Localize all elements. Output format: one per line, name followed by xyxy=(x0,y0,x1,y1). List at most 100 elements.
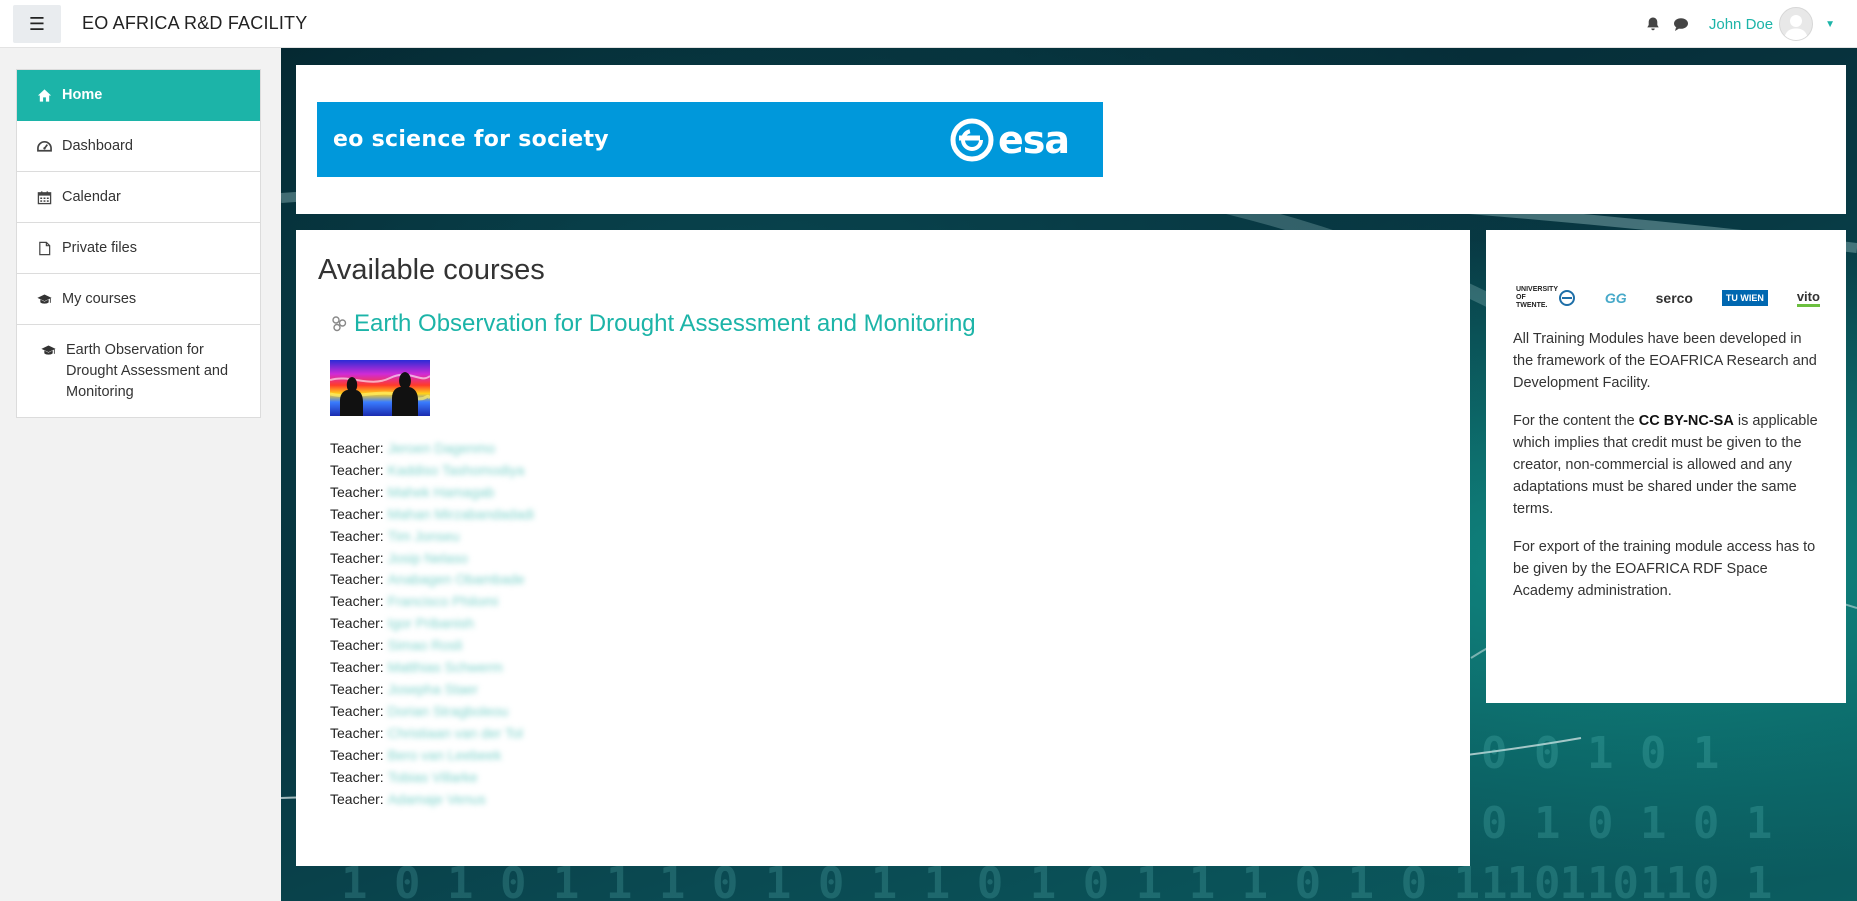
info-text: All Training Modules have been developed… xyxy=(1513,328,1825,618)
teacher-name-link[interactable]: Mahek Hamagab xyxy=(388,482,495,504)
esa-banner[interactable]: eo science for society esa xyxy=(317,102,1103,177)
teacher-row: Teacher: Igor Pribanish xyxy=(330,613,534,635)
teacher-label: Teacher: xyxy=(330,659,384,676)
teacher-row: Teacher: Anabagen Obambade xyxy=(330,569,534,591)
course-category-icon xyxy=(332,316,347,332)
teacher-name-link[interactable]: Josip Nelaso xyxy=(388,548,468,570)
teacher-name-link[interactable]: Christiaan van der Tol xyxy=(388,723,523,745)
teacher-name-link[interactable]: Jeroen Dagenmo xyxy=(388,438,495,460)
sidebar: Home Dashboard Calendar Private files My… xyxy=(0,48,281,901)
sidebar-item-label: Earth Observation for Drought Assessment… xyxy=(66,342,229,400)
chat-icon[interactable] xyxy=(1673,16,1689,32)
teacher-row: Teacher: Kaddiso Tashomodiya xyxy=(330,460,534,482)
teacher-label: Teacher: xyxy=(330,615,384,632)
teacher-label: Teacher: xyxy=(330,593,384,610)
partner-logo-tuwien: TU WIEN xyxy=(1721,290,1768,306)
esa-logo: esa xyxy=(950,117,1070,162)
teacher-label: Teacher: xyxy=(330,505,384,522)
caret-down-icon[interactable]: ▼ xyxy=(1825,19,1835,30)
teacher-row: Teacher: Christiaan van der Tol xyxy=(330,723,534,745)
top-navbar: ☰ EO AFRICA R&D FACILITY John Doe ▼ xyxy=(0,0,1857,48)
teacher-row: Teacher: Tim Jonseu xyxy=(330,526,534,548)
esa-logo-icon xyxy=(950,118,994,161)
sidebar-item-course[interactable]: Earth Observation for Drought Assessment… xyxy=(17,325,260,417)
info-block: UNIVERSITY OF TWENTE. GG serco TU WIEN v… xyxy=(1486,230,1846,703)
teacher-row: Teacher: Adamaje Venus xyxy=(330,789,534,811)
partner-logo-vito: vito xyxy=(1796,289,1820,307)
sidebar-item-dashboard[interactable]: Dashboard xyxy=(17,121,260,172)
graduation-cap-icon xyxy=(37,292,57,307)
teacher-row: Teacher: Jeroen Dagenmo xyxy=(330,438,534,460)
esa-logo-text: esa xyxy=(997,117,1070,162)
teacher-row: Teacher: Tobias Villarke xyxy=(330,767,534,789)
teacher-label: Teacher: xyxy=(330,461,384,478)
teacher-name-link[interactable]: Matthias Schwerm xyxy=(388,657,503,679)
banner-tagline: eo science for society xyxy=(333,127,609,152)
teacher-row: Teacher: Matthias Schwerm xyxy=(330,657,534,679)
sidebar-item-calendar[interactable]: Calendar xyxy=(17,172,260,223)
sidebar-item-home[interactable]: Home xyxy=(17,70,260,121)
teacher-row: Teacher: Mahan Mirzabandadadi xyxy=(330,504,534,526)
teacher-label: Teacher: xyxy=(330,549,384,566)
teacher-name-link[interactable]: Francisco Philomi xyxy=(388,591,498,613)
teacher-row: Teacher: Bero van Leebeek xyxy=(330,745,534,767)
sidebar-item-private-files[interactable]: Private files xyxy=(17,223,260,274)
info-paragraph-2: For the content the CC BY-NC-SA is appli… xyxy=(1513,410,1825,520)
teacher-name-link[interactable]: Igor Pribanish xyxy=(388,613,474,635)
site-name[interactable]: EO AFRICA R&D FACILITY xyxy=(82,13,307,34)
teacher-name-link[interactable]: Josepha Staer xyxy=(388,679,478,701)
menu-toggle-button[interactable]: ☰ xyxy=(13,5,61,43)
info-paragraph-1: All Training Modules have been developed… xyxy=(1513,331,1817,391)
partner-logos: UNIVERSITY OF TWENTE. GG serco TU WIEN v… xyxy=(1516,285,1820,311)
avatar[interactable] xyxy=(1779,7,1814,41)
teacher-name-link[interactable]: Tim Jonseu xyxy=(388,526,460,548)
info-text-part: For the content the xyxy=(1513,413,1639,429)
teacher-name-link[interactable]: Bero van Leebeek xyxy=(388,745,502,767)
teacher-label: Teacher: xyxy=(330,746,384,763)
course-title-link[interactable]: Earth Observation for Drought Assessment… xyxy=(330,310,976,338)
teacher-name-link[interactable]: Adamaje Venus xyxy=(388,789,486,811)
teacher-label: Teacher: xyxy=(330,571,384,588)
teacher-label: Teacher: xyxy=(330,790,384,807)
bell-icon[interactable] xyxy=(1645,16,1661,32)
twente-emblem-icon xyxy=(1559,290,1575,306)
teacher-label: Teacher: xyxy=(330,724,384,741)
teacher-name-link[interactable]: Dorian Stragboleou xyxy=(388,701,509,723)
teacher-name-link[interactable]: Simao Rosli xyxy=(388,635,463,657)
teacher-label: Teacher: xyxy=(330,768,384,785)
teacher-row: Teacher: Josepha Staer xyxy=(330,679,534,701)
teacher-name-link[interactable]: Mahan Mirzabandadadi xyxy=(388,504,534,526)
sidebar-item-label: Calendar xyxy=(62,189,121,205)
teachers-list: Teacher: Jeroen Dagenmo Teacher: Kaddiso Ta… xyxy=(330,438,534,810)
teacher-label: Teacher: xyxy=(330,440,384,456)
page-title: Available courses xyxy=(318,254,545,286)
home-icon xyxy=(37,88,57,103)
teacher-row: Teacher: Mahek Hamagab xyxy=(330,482,534,504)
svg-text:0 0 1 0 1: 0 0 1 0 1 xyxy=(1481,728,1719,779)
course-title: Earth Observation for Drought Assessment… xyxy=(354,310,976,337)
sidebar-item-label: Private files xyxy=(62,240,137,256)
teacher-name-link[interactable]: Tobias Villarke xyxy=(388,767,478,789)
teacher-name-link[interactable]: Kaddiso Tashomodiya xyxy=(388,460,525,482)
user-avatar-icon xyxy=(1784,15,1809,40)
hamburger-icon: ☰ xyxy=(28,13,46,34)
teacher-name-link[interactable]: Anabagen Obambade xyxy=(388,569,525,591)
teacher-row: Teacher: Dorian Stragboleou xyxy=(330,701,534,723)
partner-logo-gg: GG xyxy=(1604,290,1627,306)
svg-text:0 1 0 1 0 1: 0 1 0 1 0 1 xyxy=(1481,798,1772,849)
graduation-cap-icon xyxy=(41,343,61,358)
course-image[interactable] xyxy=(330,360,430,416)
teacher-row: Teacher: Francisco Philomi xyxy=(330,591,534,613)
teacher-label: Teacher: xyxy=(330,483,384,500)
teacher-row: Teacher: Simao Rosli xyxy=(330,635,534,657)
nav-list: Home Dashboard Calendar Private files My… xyxy=(16,69,261,418)
partner-logo-serco: serco xyxy=(1655,290,1693,306)
user-name[interactable]: John Doe xyxy=(1709,16,1773,33)
info-paragraph-3: For export of the training module access… xyxy=(1513,539,1816,599)
sidebar-item-my-courses[interactable]: My courses xyxy=(17,274,260,325)
teacher-label: Teacher: xyxy=(330,527,384,544)
available-courses-card: Available courses Earth Observation for … xyxy=(296,230,1470,866)
user-menu-area: John Doe ▼ xyxy=(1645,0,1857,48)
teacher-label: Teacher: xyxy=(330,637,384,654)
banner-card: eo science for society esa xyxy=(296,65,1846,214)
